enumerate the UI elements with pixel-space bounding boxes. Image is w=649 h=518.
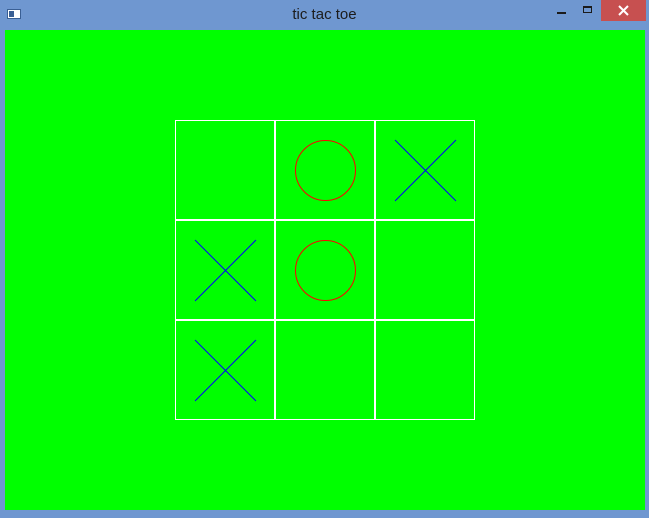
game-canvas xyxy=(5,30,645,510)
board-cell-r1-c1[interactable] xyxy=(175,120,275,220)
board-cell-r1-c2[interactable] xyxy=(275,120,375,220)
board-cell-r1-c3[interactable] xyxy=(375,120,475,220)
board-cell-r3-c3[interactable] xyxy=(375,320,475,420)
x-mark-icon xyxy=(394,139,457,202)
x-mark-icon xyxy=(194,239,257,302)
board-cell-r2-c2[interactable] xyxy=(275,220,375,320)
board-cell-r2-c3[interactable] xyxy=(375,220,475,320)
board-cell-r3-c1[interactable] xyxy=(175,320,275,420)
x-mark-icon xyxy=(194,339,257,402)
minimize-button[interactable] xyxy=(548,0,575,21)
close-button[interactable] xyxy=(601,0,646,21)
o-mark-icon xyxy=(295,140,356,201)
board-cell-r2-c1[interactable] xyxy=(175,220,275,320)
game-board xyxy=(175,120,475,420)
title-bar[interactable]: tic tac toe xyxy=(0,0,649,30)
o-mark-icon xyxy=(295,240,356,301)
board-cell-r3-c2[interactable] xyxy=(275,320,375,420)
maximize-button[interactable] xyxy=(575,0,601,21)
close-icon xyxy=(618,5,629,16)
